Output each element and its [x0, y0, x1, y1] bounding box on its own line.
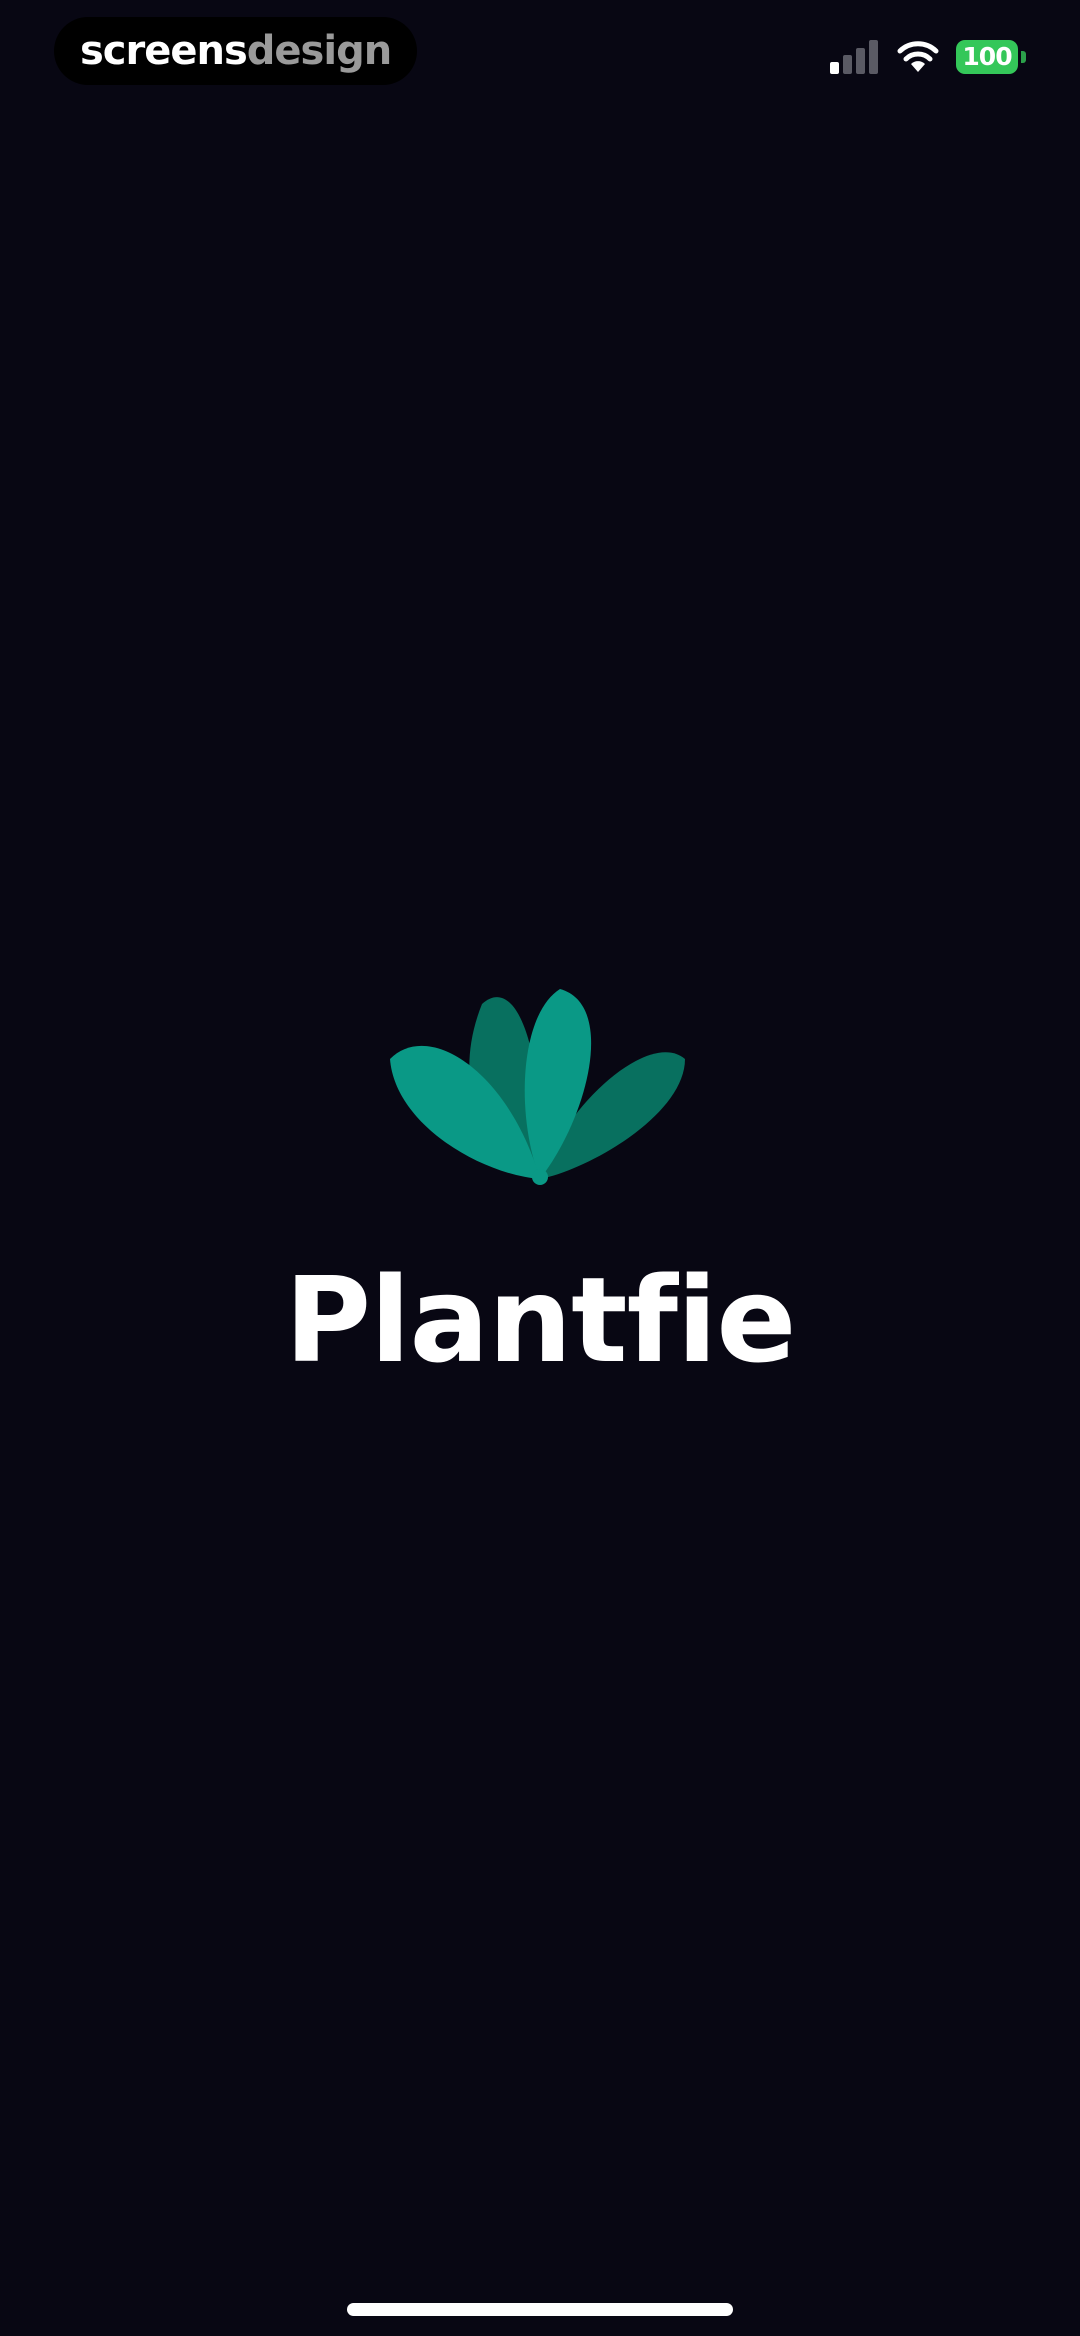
home-indicator[interactable]: [347, 2303, 733, 2316]
battery-level: 100: [956, 40, 1018, 74]
watermark-part-design: design: [246, 28, 392, 74]
status-bar: screens design 100: [0, 0, 1080, 110]
wifi-icon: [897, 41, 939, 72]
plant-leaves-logo-icon: [390, 989, 685, 1185]
watermark-part-screens: screens: [80, 28, 248, 74]
battery-indicator: 100: [956, 40, 1026, 74]
stem-dot: [532, 1169, 548, 1185]
battery-tip: [1021, 51, 1026, 63]
app-name: Plantfie: [284, 1251, 797, 1389]
cellular-signal-icon: [830, 40, 878, 74]
screensdesign-watermark: screens design: [54, 17, 418, 85]
